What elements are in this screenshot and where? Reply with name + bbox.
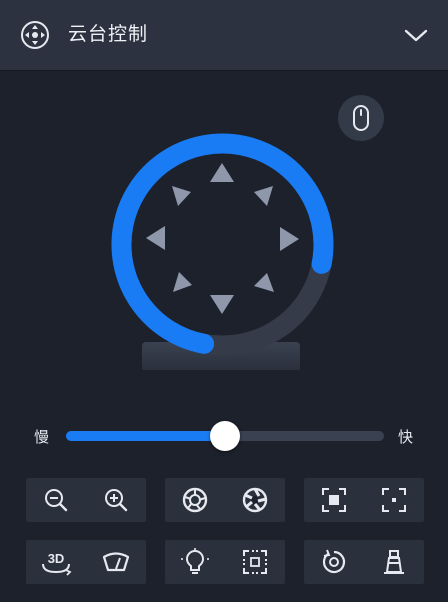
iris-close-icon xyxy=(182,487,208,513)
focus-near-button[interactable] xyxy=(304,478,364,522)
zoom-in-button[interactable] xyxy=(86,478,146,522)
ptz-direction-icon xyxy=(21,21,49,49)
ptz-control-panel: 云台控制 慢 快 3D xyxy=(0,0,448,602)
chevron-down-icon[interactable] xyxy=(402,22,430,48)
panel-title: 云台控制 xyxy=(68,24,149,45)
lighthouse-icon xyxy=(384,550,404,574)
iris-open-button[interactable] xyxy=(225,478,285,522)
light-group xyxy=(165,540,285,584)
iris-close-button[interactable] xyxy=(165,478,225,522)
auto-focus-frame-icon xyxy=(243,550,267,574)
iris-open-icon xyxy=(242,487,268,513)
iris-group xyxy=(165,478,285,522)
speed-control: 慢 快 xyxy=(0,418,448,452)
light-icon xyxy=(181,548,209,574)
svg-text:3D: 3D xyxy=(48,551,65,566)
speed-slider[interactable] xyxy=(66,421,384,451)
arrow-down-left-icon[interactable] xyxy=(173,272,192,292)
arrow-left-icon[interactable] xyxy=(146,226,165,250)
lighthouse-button[interactable] xyxy=(364,540,424,584)
arrow-up-icon[interactable] xyxy=(210,163,234,182)
reset-rotate-icon xyxy=(322,549,346,574)
arrow-down-icon[interactable] xyxy=(210,295,234,314)
direction-ring xyxy=(111,133,334,356)
light-button[interactable] xyxy=(165,540,225,584)
speed-slider-thumb[interactable] xyxy=(210,421,240,451)
zoom-out-button[interactable] xyxy=(26,478,86,522)
arrow-up-right-icon[interactable] xyxy=(254,186,273,206)
zoom-in-icon xyxy=(105,489,128,512)
3d-rotate-icon: 3D xyxy=(42,551,72,576)
focus-near-icon xyxy=(322,488,346,512)
arrow-right-icon[interactable] xyxy=(280,227,299,251)
zoom-out-icon xyxy=(45,489,68,512)
panel-header[interactable]: 云台控制 xyxy=(0,0,448,71)
auto-focus-frame-button[interactable] xyxy=(225,540,285,584)
reset-rotate-button[interactable] xyxy=(304,540,364,584)
misc-group xyxy=(304,540,424,584)
zoom-group xyxy=(26,478,146,522)
arrow-down-right-icon[interactable] xyxy=(254,273,274,292)
wiper-icon xyxy=(102,552,130,572)
speed-slider-fill xyxy=(66,431,225,441)
view-group: 3D xyxy=(26,540,146,584)
mouse-icon xyxy=(353,105,369,131)
arrow-up-left-icon[interactable] xyxy=(172,186,191,206)
speed-fast-label: 快 xyxy=(398,429,414,446)
direction-dial xyxy=(100,112,350,382)
focus-group xyxy=(304,478,424,522)
speed-slow-label: 慢 xyxy=(34,429,50,446)
focus-far-icon xyxy=(382,488,406,512)
focus-far-button[interactable] xyxy=(364,478,424,522)
3d-rotate-button[interactable]: 3D xyxy=(26,540,86,584)
wiper-button[interactable] xyxy=(86,540,146,584)
